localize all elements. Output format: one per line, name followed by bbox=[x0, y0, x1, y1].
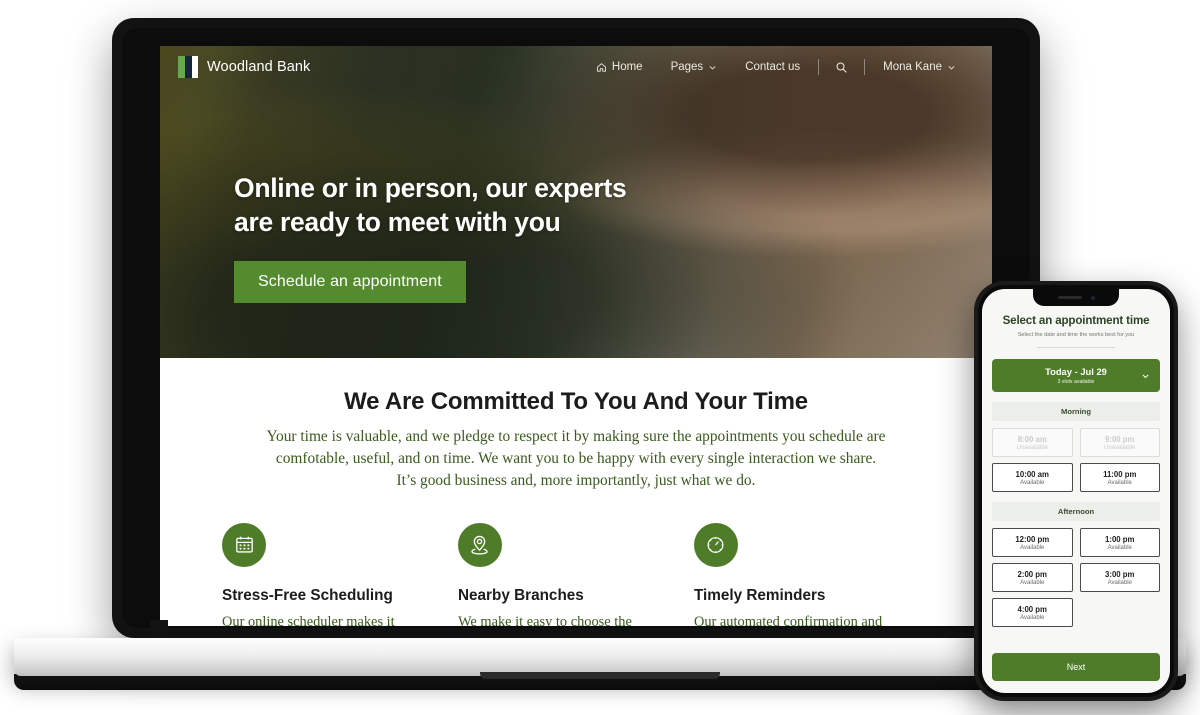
nav-item-pages-label: Pages bbox=[670, 61, 704, 73]
time-slot[interactable]: 2:00 pm Available bbox=[992, 563, 1073, 592]
hero-copy: Online or in person, our experts are rea… bbox=[234, 172, 627, 303]
time-slot-time: 4:00 pm bbox=[1017, 605, 1047, 614]
time-slot-status: Available bbox=[1020, 615, 1045, 621]
feature-title: Timely Reminders bbox=[693, 586, 826, 604]
appointment-footer: Next bbox=[982, 645, 1170, 693]
hero-title-line-2: are ready to meet with you bbox=[234, 206, 561, 237]
feature-icon-wrap bbox=[222, 522, 266, 567]
nav-links: Home Pages Contact us Mona Kane bbox=[582, 59, 970, 75]
appointment-subtitle: Select the date and time the works best … bbox=[1017, 332, 1135, 338]
laptop-bezel: Woodland Bank Home Pages Contact us Mona… bbox=[122, 28, 1030, 628]
phone-notch bbox=[1033, 289, 1119, 306]
nav-divider-right bbox=[864, 59, 866, 75]
features-row: Stress-Free Scheduling Our online schedu… bbox=[160, 522, 992, 626]
time-slot-time: 3:00 pm bbox=[1105, 570, 1135, 579]
phone-speaker bbox=[1057, 296, 1082, 299]
slot-group-header-morning: Morning bbox=[992, 402, 1160, 421]
time-slot-status: Unavailable bbox=[1104, 445, 1136, 451]
feature-text: Our automated confirmation and reminder … bbox=[693, 613, 883, 626]
time-slot-status: Available bbox=[1107, 580, 1132, 586]
brand-name: Woodland Bank bbox=[207, 59, 311, 75]
feature-card-reminders: Timely Reminders Our automated confirmat… bbox=[693, 522, 930, 626]
hero-title: Online or in person, our experts are rea… bbox=[234, 172, 627, 240]
feature-icon-wrap bbox=[693, 522, 738, 567]
time-slot[interactable]: 4:00 pm Available bbox=[992, 598, 1073, 627]
schedule-appointment-button[interactable]: Schedule an appointment bbox=[234, 260, 466, 303]
phone-camera bbox=[1090, 295, 1095, 300]
nav-item-contact-us[interactable]: Contact us bbox=[731, 61, 814, 73]
time-slot: 8:00 am Unavailable bbox=[992, 428, 1073, 457]
time-slot-status: Available bbox=[1107, 480, 1132, 486]
location-pin-icon bbox=[471, 535, 489, 555]
time-slot-status: Available bbox=[1107, 545, 1132, 551]
time-slot-time: 8:00 am bbox=[1017, 435, 1047, 444]
clock-icon bbox=[707, 537, 724, 554]
laptop-screen: Woodland Bank Home Pages Contact us Mona… bbox=[160, 46, 992, 626]
section-heading: We Are Committed To You And Your Time bbox=[344, 388, 808, 415]
chevron-down-icon bbox=[948, 65, 955, 70]
feature-text: Our online scheduler makes it easy to ge… bbox=[222, 613, 395, 626]
slot-grid-afternoon: 12:00 pm Available 1:00 pm Available 2:0… bbox=[992, 528, 1160, 627]
section-body-text: Your time is valuable, and we pledge to … bbox=[266, 428, 886, 490]
nav-item-pages[interactable]: Pages bbox=[657, 61, 732, 73]
feature-card-scheduling: Stress-Free Scheduling Our online schedu… bbox=[222, 522, 458, 626]
time-slot-status: Unavailable bbox=[1016, 445, 1048, 451]
phone-device: Select an appointment time Select the da… bbox=[974, 281, 1178, 701]
feature-text: We make it easy to choose the location t… bbox=[457, 613, 632, 626]
time-slot-status: Available bbox=[1020, 480, 1045, 486]
hero-title-line-1: Online or in person, our experts bbox=[234, 173, 627, 203]
nav-divider-left bbox=[818, 59, 820, 75]
time-slot-time: 1:00 pm bbox=[1105, 535, 1135, 544]
laptop-base-notch bbox=[480, 672, 720, 679]
feature-title: Nearby Branches bbox=[457, 586, 584, 604]
slot-grid-morning: 8:00 am Unavailable 9:00 pm Unavailable … bbox=[992, 428, 1160, 492]
nav-item-contact-us-label: Contact us bbox=[745, 61, 801, 73]
laptop-hinge bbox=[150, 620, 168, 640]
time-slot-time: 11:00 pm bbox=[1103, 470, 1137, 479]
hero-section: Woodland Bank Home Pages Contact us Mona… bbox=[160, 46, 992, 358]
phone-screen: Select an appointment time Select the da… bbox=[982, 289, 1170, 693]
time-slot-status: Available bbox=[1020, 545, 1045, 551]
laptop-device: Woodland Bank Home Pages Contact us Mona… bbox=[112, 18, 1040, 638]
time-slot-time: 2:00 pm bbox=[1017, 570, 1047, 579]
time-slot[interactable]: 3:00 pm Available bbox=[1079, 563, 1160, 592]
time-slot[interactable]: 12:00 pm Available bbox=[992, 528, 1073, 557]
time-slot[interactable]: 11:00 pm Available bbox=[1079, 463, 1160, 492]
date-selector-label: Today - Jul 29 bbox=[1045, 366, 1107, 377]
woodland-flag-logo-icon bbox=[178, 56, 198, 78]
brand-logo-group[interactable]: Woodland Bank bbox=[178, 56, 310, 78]
slot-group-header-afternoon: Afternoon bbox=[992, 502, 1160, 521]
appointment-title: Select an appointment time bbox=[1002, 314, 1150, 327]
feature-card-branches: Nearby Branches We make it easy to choos… bbox=[457, 522, 694, 626]
time-slot-time: 12:00 pm bbox=[1015, 535, 1050, 544]
header-divider bbox=[1037, 347, 1115, 348]
account-menu[interactable]: Mona Kane bbox=[869, 61, 970, 73]
nav-item-home[interactable]: Home bbox=[582, 61, 657, 73]
next-button[interactable]: Next bbox=[992, 653, 1160, 681]
time-slot-time: 10:00 am bbox=[1015, 470, 1049, 479]
nav-item-home-label: Home bbox=[611, 61, 643, 73]
date-selector[interactable]: Today - Jul 29 3 slots available bbox=[992, 359, 1160, 392]
device-mockup-stage: Woodland Bank Home Pages Contact us Mona… bbox=[0, 0, 1200, 715]
calendar-icon bbox=[235, 536, 253, 553]
time-slot[interactable]: 10:00 am Available bbox=[992, 463, 1073, 492]
feature-icon-wrap bbox=[457, 522, 502, 567]
feature-title: Stress-Free Scheduling bbox=[222, 586, 393, 604]
chevron-down-icon bbox=[1142, 374, 1149, 378]
account-name-label: Mona Kane bbox=[883, 61, 942, 73]
time-slot: 9:00 pm Unavailable bbox=[1079, 428, 1160, 457]
commitment-section: We Are Committed To You And Your Time Yo… bbox=[160, 358, 992, 626]
time-slot-status: Available bbox=[1020, 580, 1045, 586]
time-slot-time: 9:00 pm bbox=[1105, 435, 1135, 444]
date-selector-slots-count: 3 slots available bbox=[1057, 379, 1095, 385]
chevron-down-icon bbox=[709, 65, 716, 70]
time-slot[interactable]: 1:00 pm Available bbox=[1079, 528, 1160, 557]
site-navbar: Woodland Bank Home Pages Contact us Mona… bbox=[160, 46, 992, 88]
search-button[interactable] bbox=[823, 61, 860, 74]
home-icon bbox=[596, 62, 606, 72]
search-icon bbox=[836, 62, 847, 73]
